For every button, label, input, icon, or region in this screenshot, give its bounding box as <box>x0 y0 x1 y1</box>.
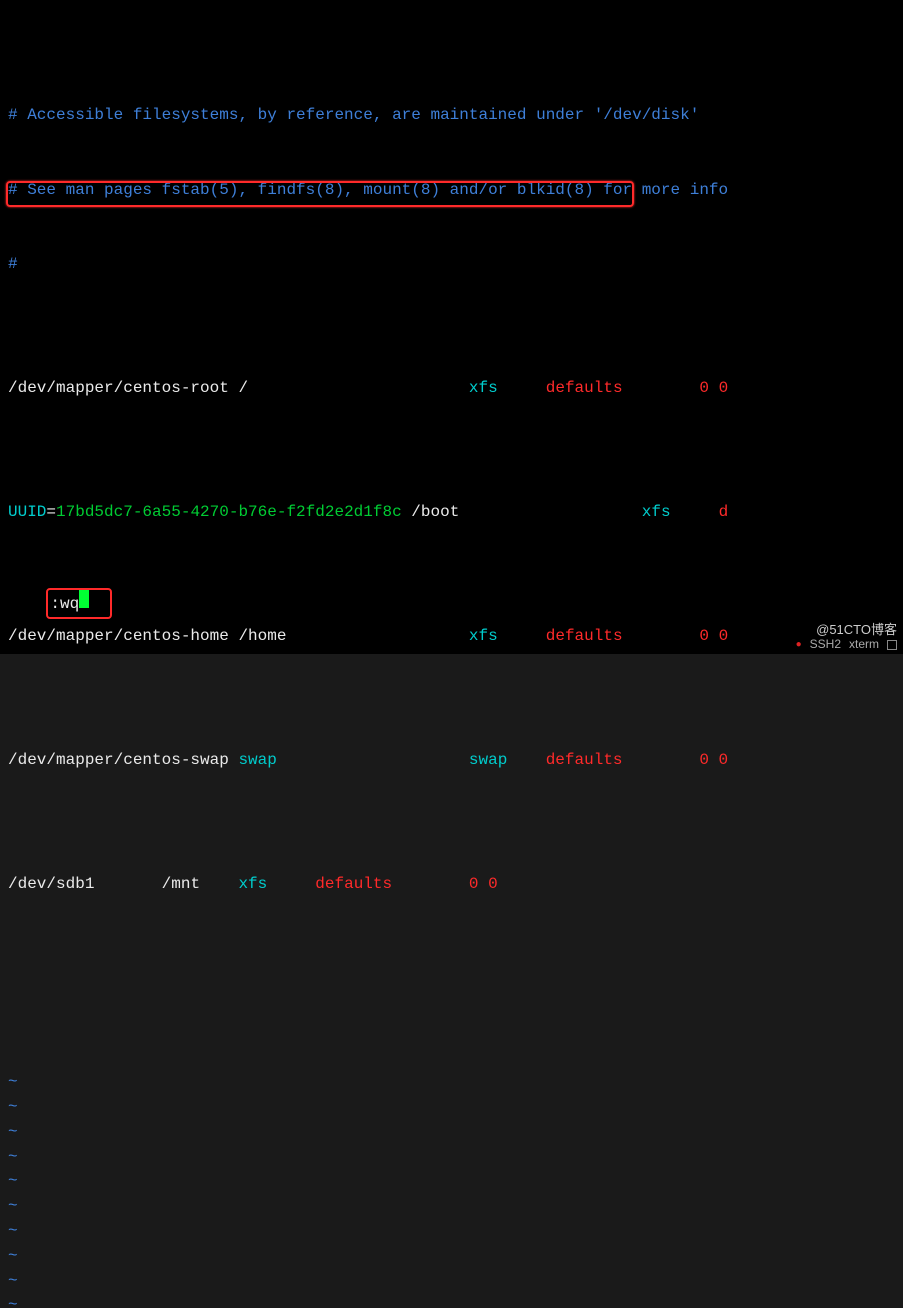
fs-type: swap <box>469 751 507 769</box>
fstab-row-highlighted: /dev/sdb1 /mnt xfs defaults 0 0 <box>8 872 895 897</box>
fs-type: xfs <box>469 379 498 397</box>
pass: 0 <box>719 379 729 397</box>
mountpoint: / <box>238 379 248 397</box>
fs-opts: defaults <box>315 875 392 893</box>
fs-opts: d <box>719 503 729 521</box>
dump: 0 <box>469 875 479 893</box>
device: /dev/mapper/centos-swap <box>8 751 229 769</box>
mountpoint: /home <box>238 627 286 645</box>
fs-type: xfs <box>469 627 498 645</box>
fs-opts: defaults <box>546 627 623 645</box>
fs-opts: defaults <box>546 379 623 397</box>
comment-line: # See man pages fstab(5), findfs(8), mou… <box>8 178 895 203</box>
comment-line: # Accessible filesystems, by reference, … <box>8 103 895 128</box>
device: /dev/sdb1 <box>8 875 94 893</box>
status-dot-icon: ● <box>796 637 802 653</box>
fstab-row: UUID=17bd5dc7-6a55-4270-b76e-f2fd2e2d1f8… <box>8 500 895 525</box>
vim-tilde-line: ~ <box>8 1169 895 1194</box>
vim-command-text: :wq <box>50 592 79 617</box>
mountpoint: /mnt <box>162 875 200 893</box>
pass: 0 <box>719 751 729 769</box>
equals: = <box>46 503 56 521</box>
dump: 0 <box>699 627 709 645</box>
term-label: xterm <box>849 635 879 654</box>
vim-tilde-line: ~ <box>8 1095 895 1120</box>
vim-tilde-line: ~ <box>8 1194 895 1219</box>
pass: 0 <box>719 627 729 645</box>
device: /dev/mapper/centos-root <box>8 379 229 397</box>
fstab-row: /dev/mapper/centos-home /home xfs defaul… <box>8 624 895 649</box>
mountpoint: swap <box>238 751 276 769</box>
vim-tilde-line: ~ <box>8 1244 895 1269</box>
cursor-icon <box>79 590 89 608</box>
vim-tilde-line: ~ <box>8 1219 895 1244</box>
vim-tilde-line: ~ <box>8 1293 895 1308</box>
vim-command-line[interactable]: :wq <box>8 564 112 644</box>
terminal-window[interactable]: # Accessible filesystems, by reference, … <box>0 0 903 654</box>
dump: 0 <box>699 751 709 769</box>
uuid-label: UUID <box>8 503 46 521</box>
vim-tilde-line: ~ <box>8 1070 895 1095</box>
fs-type: xfs <box>238 875 267 893</box>
pass: 0 <box>488 875 498 893</box>
dump: 0 <box>699 379 709 397</box>
mountpoint: /boot <box>411 503 459 521</box>
fstab-row: /dev/mapper/centos-root / xfs defaults 0… <box>8 376 895 401</box>
fstab-row: /dev/mapper/centos-swap swap swap defaul… <box>8 748 895 773</box>
vim-empty-lines: ~~~~~~~~~~~~~~~~ <box>8 1070 895 1308</box>
vim-tilde-line: ~ <box>8 1269 895 1294</box>
vim-tilde-line: ~ <box>8 1120 895 1145</box>
highlight-box-cmd: :wq <box>46 588 112 619</box>
fs-type: xfs <box>642 503 671 521</box>
ssh-label: SSH2 <box>810 635 841 654</box>
comment-line: # <box>8 252 895 277</box>
uuid-value: 17bd5dc7-6a55-4270-b76e-f2fd2e2d1f8c <box>56 503 402 521</box>
window-icon <box>887 640 897 650</box>
vim-tilde-line: ~ <box>8 1145 895 1170</box>
terminal-statusbar: ● SSH2 xterm <box>796 635 897 654</box>
fs-opts: defaults <box>546 751 623 769</box>
